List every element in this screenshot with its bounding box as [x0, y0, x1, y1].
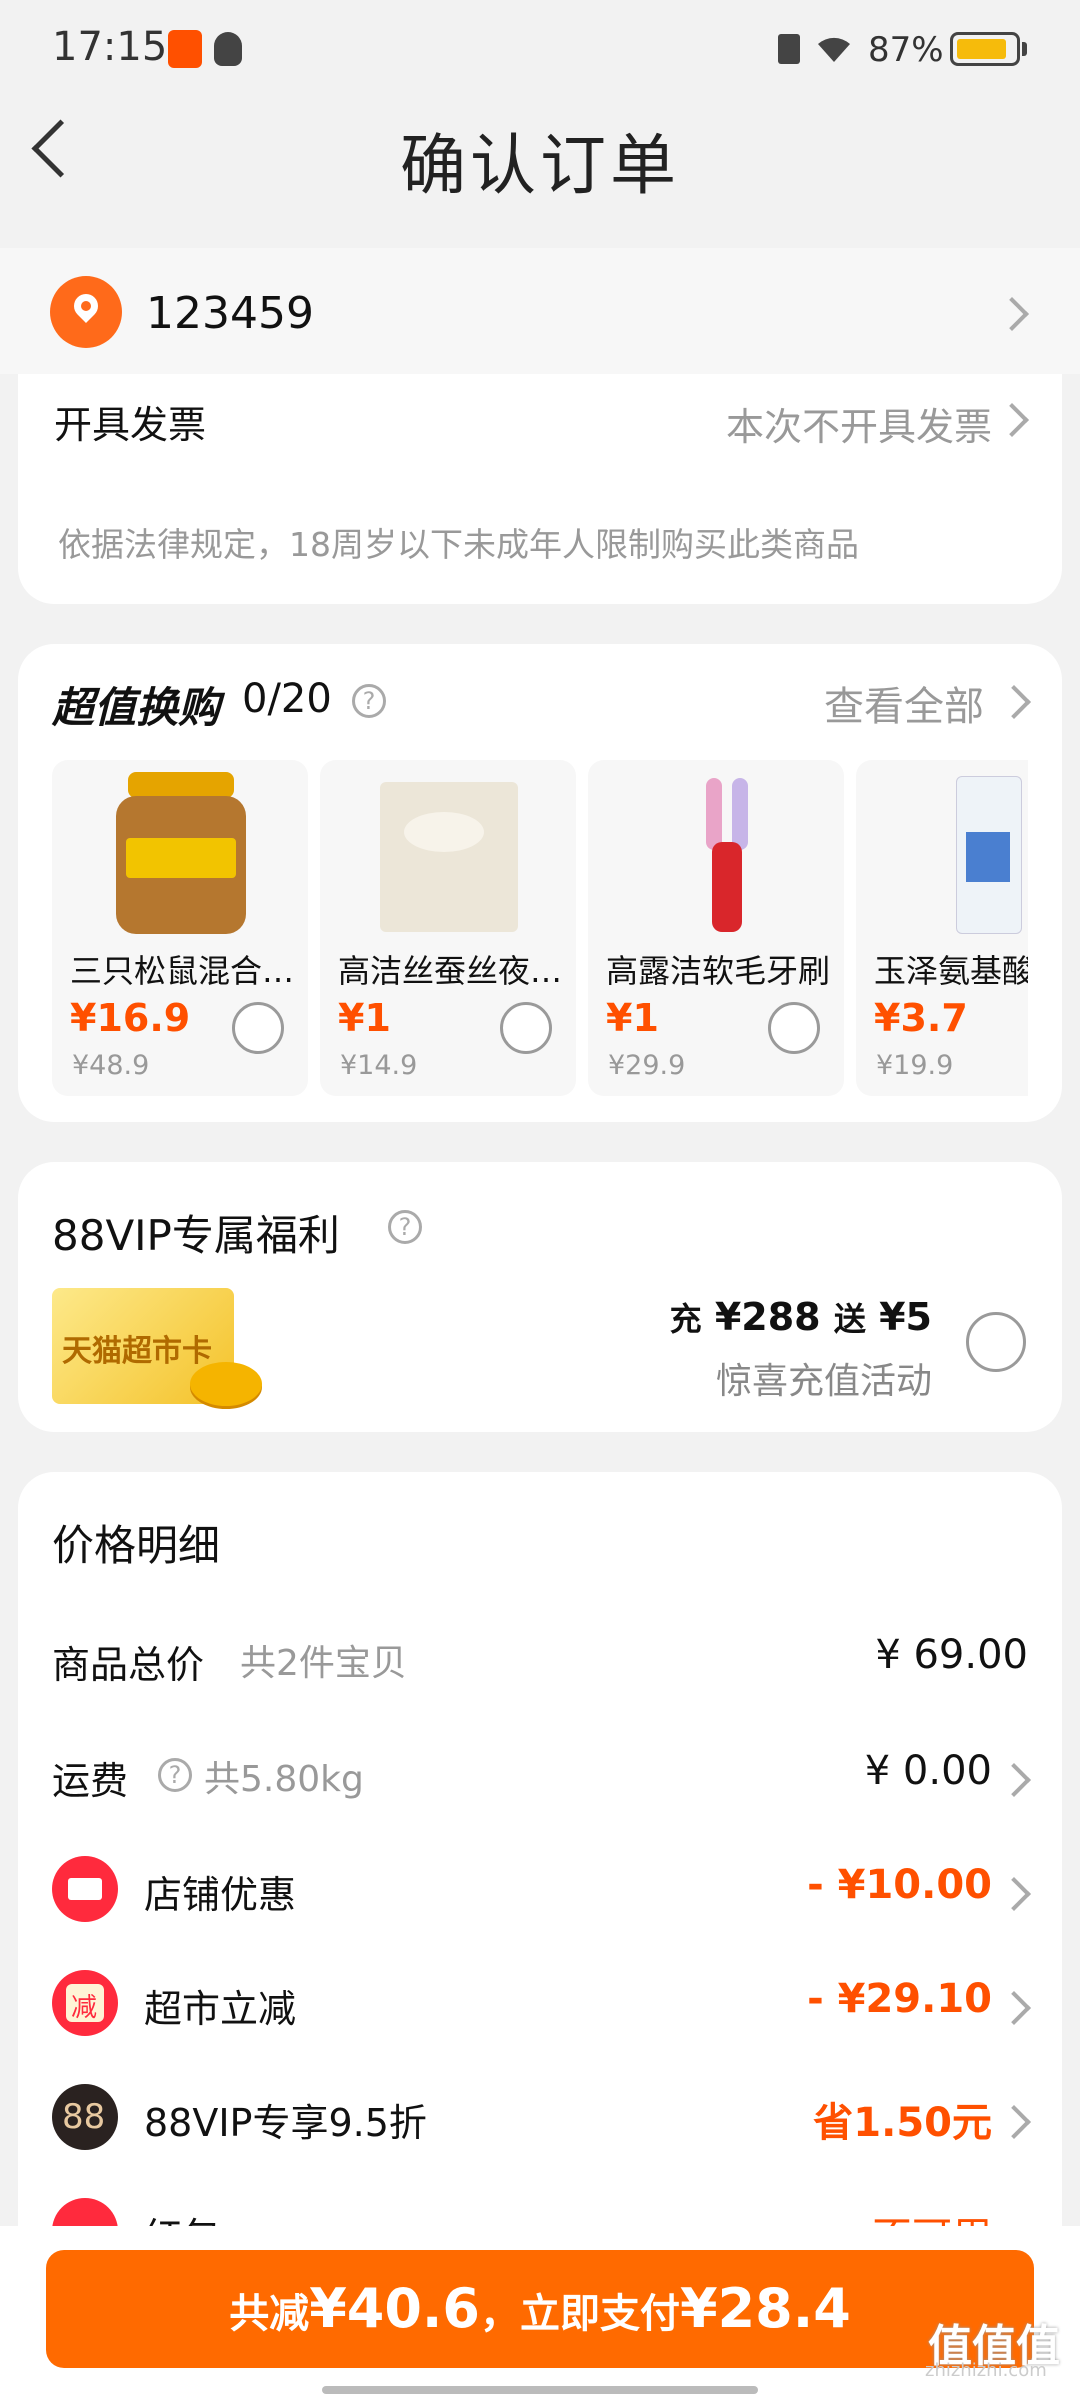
chevron-right-icon — [997, 1991, 1031, 2025]
pay-reduce-amount: ¥40.6 — [309, 2277, 480, 2340]
nut-jar-image — [106, 772, 256, 936]
price-detail-title: 价格明细 — [52, 1521, 221, 1570]
shop-coupon-icon — [52, 1856, 118, 1922]
vip-88-icon: 88 — [52, 2084, 118, 2150]
product-name: 高露洁软毛牙刷 — [606, 952, 831, 990]
view-all-link[interactable]: 查看全部 — [824, 674, 984, 732]
vip-discount-label: 88VIP专享9.5折 — [144, 2101, 427, 2145]
vip-card: 88VIP专属福利 ? 天猫超市卡 充 ¥288 送 ¥5 惊喜充值活动 — [18, 1162, 1062, 1432]
shop-discount-label: 店铺优惠 — [144, 1873, 297, 1917]
product-card[interactable]: 高露洁软毛牙刷 ¥1 ¥29.9 — [588, 760, 844, 1096]
help-icon[interactable]: ? — [388, 1210, 422, 1244]
supermarket-reduce-value[interactable]: - ¥29.10 — [807, 1976, 992, 2022]
chevron-right-icon — [997, 685, 1031, 719]
product-price: ¥3.7 — [874, 996, 968, 1040]
supermarket-reduce-icon: 减 — [52, 1970, 118, 2036]
goods-count: 共2件宝贝 — [240, 1643, 407, 1684]
offer-mid: 送 — [833, 1300, 866, 1338]
product-price: ¥1 — [606, 996, 659, 1040]
product-scroller[interactable]: 三只松鼠混合坚果 ¥16.9 ¥48.9 高洁丝蚕丝夜安裤 ¥1 ¥14.9 高… — [52, 760, 1028, 1096]
select-radio[interactable] — [232, 1002, 284, 1054]
pay-total: ¥28.4 — [680, 2277, 851, 2340]
exchange-count: 0/20 — [242, 676, 332, 722]
shipping-value: ¥ 0.00 — [864, 1748, 992, 1794]
offer-amount: ¥288 — [714, 1295, 821, 1339]
watermark-url: zhizhizhi.com — [925, 2360, 1047, 2381]
location-pin-icon — [50, 276, 122, 348]
pad-package-image — [374, 772, 524, 936]
goods-total-value: ¥ 69.00 — [875, 1632, 1028, 1678]
product-name: 三只松鼠混合坚果 — [70, 952, 300, 990]
product-name: 高洁丝蚕丝夜安裤 — [338, 952, 568, 990]
tube-image — [936, 772, 1028, 936]
invoice-label: 开具发票 — [54, 403, 207, 447]
status-time: 17:15 — [52, 24, 168, 70]
reduce-icon-text: 减 — [71, 1993, 98, 2023]
age-notice: 依据法律规定，18周岁以下未成年人限制购买此类商品 — [58, 525, 859, 564]
select-radio[interactable] — [500, 1002, 552, 1054]
pay-mid: ，立即支付 — [480, 2291, 680, 2337]
price-detail-card: 价格明细 商品总价 共2件宝贝 ¥ 69.00 运费 ? 共5.80kg ¥ 0… — [18, 1472, 1062, 2272]
page-title: 确认订单 — [400, 127, 680, 204]
home-indicator[interactable] — [322, 2386, 758, 2394]
chevron-right-icon — [997, 1763, 1031, 1797]
product-original-price: ¥48.9 — [72, 1050, 150, 1081]
goods-total-label: 商品总价 — [52, 1643, 205, 1687]
product-card[interactable]: 玉泽氨基酸 ¥3.7 ¥19.9 — [856, 760, 1028, 1096]
select-radio[interactable] — [768, 1002, 820, 1054]
recharge-offer: 充 ¥288 送 ¥5 — [670, 1294, 932, 1340]
battery-icon — [950, 32, 1020, 66]
product-card[interactable]: 高洁丝蚕丝夜安裤 ¥1 ¥14.9 — [320, 760, 576, 1096]
product-name: 玉泽氨基酸 — [874, 952, 1028, 990]
shipping-label: 运费 — [52, 1759, 129, 1803]
coin-icon — [190, 1362, 262, 1406]
vip-title: 88VIP专属福利 — [52, 1211, 340, 1260]
status-bar: 17:15 87% — [0, 0, 1080, 100]
offer-bonus: ¥5 — [879, 1295, 932, 1339]
shop-discount-value[interactable]: - ¥10.00 — [807, 1862, 992, 1908]
product-original-price: ¥19.9 — [876, 1050, 954, 1081]
supermarket-reduce-label: 超市立减 — [144, 1987, 297, 2031]
chevron-right-icon — [995, 297, 1029, 331]
product-original-price: ¥29.9 — [608, 1050, 686, 1081]
battery-percent: 87% — [868, 30, 944, 70]
chevron-right-icon — [997, 1877, 1031, 1911]
vip-88-icon-text: 88 — [62, 2097, 106, 2137]
chevron-right-icon — [995, 403, 1029, 437]
product-price: ¥16.9 — [70, 996, 191, 1040]
invoice-value[interactable]: 本次不开具发票 — [726, 396, 992, 451]
qq-icon — [214, 32, 242, 66]
battery-tip — [1022, 42, 1027, 56]
product-original-price: ¥14.9 — [340, 1050, 418, 1081]
vip-discount-value[interactable]: 省1.50元 — [813, 2090, 992, 2148]
address-row[interactable]: 123459 — [0, 248, 1080, 374]
vip-select-radio[interactable] — [966, 1312, 1026, 1372]
offer-desc: 惊喜充值活动 — [715, 1361, 932, 1402]
address-text: 123459 — [146, 288, 314, 339]
invoice-card: 开具发票 本次不开具发票 依据法律规定，18周岁以下未成年人限制购买此类商品 — [18, 374, 1062, 604]
chevron-right-icon — [997, 2105, 1031, 2139]
tmall-card-label: 天猫超市卡 — [62, 1334, 212, 1369]
pay-reduce-pre: 共减 — [229, 2291, 310, 2337]
offer-pre: 充 — [669, 1300, 702, 1338]
shipping-weight: 共5.80kg — [204, 1759, 364, 1800]
sim-icon — [778, 34, 800, 64]
taobao-app-icon — [168, 30, 202, 68]
help-icon[interactable]: ? — [158, 1758, 192, 1792]
product-price: ¥1 — [338, 996, 391, 1040]
toothbrush-image — [642, 772, 792, 936]
wifi-icon — [818, 37, 850, 62]
help-icon[interactable]: ? — [352, 684, 386, 718]
product-card[interactable]: 三只松鼠混合坚果 ¥16.9 ¥48.9 — [52, 760, 308, 1096]
exchange-title: 超值换购 — [52, 683, 221, 732]
pay-button[interactable]: 共减¥40.6，立即支付¥28.4 — [46, 2250, 1034, 2368]
